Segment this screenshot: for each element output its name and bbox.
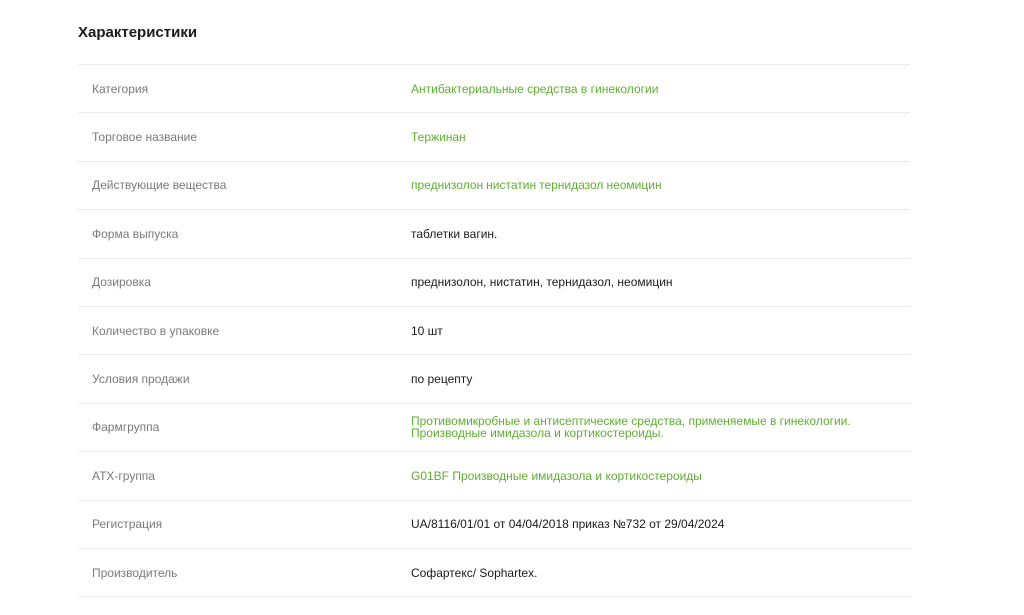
- table-row-atc-group: АТХ-группа G01BF Производные имидазола и…: [78, 452, 910, 501]
- row-label: АТХ-группа: [92, 468, 155, 483]
- table-row-package-quantity: Количество в упаковке 10 шт: [78, 307, 910, 356]
- category-link[interactable]: Антибактериальные средства в гинекологии: [411, 83, 910, 95]
- sale-conditions-value: по рецепту: [411, 372, 473, 387]
- table-row-dosage: Дозировка преднизолон, нистатин, тернида…: [78, 259, 910, 307]
- row-label: Дозировка: [92, 275, 151, 290]
- dosage-value: преднизолон, нистатин, тернидазол, неоми…: [411, 275, 673, 290]
- registration-value: UA/8116/01/01 от 04/04/2018 приказ №732 …: [411, 517, 725, 532]
- table-row-active-substances: Действующие вещества преднизолон нистатин…: [78, 162, 910, 211]
- pharm-group-link[interactable]: Противомикробные и антисептические средс…: [411, 415, 910, 439]
- row-label: Производитель: [92, 565, 178, 580]
- section-title: Характеристики: [78, 24, 198, 41]
- characteristics-table: Категория Антибактериальные средства в г…: [78, 64, 910, 598]
- release-form-value: таблетки вагин.: [411, 226, 498, 241]
- characteristics-section: Характеристики Категория Антибактериальн…: [0, 0, 1024, 615]
- substance-link-nystatin[interactable]: нистатин: [486, 178, 536, 192]
- atc-group-link[interactable]: G01BF Производные имидазола и кортикосте…: [411, 470, 910, 482]
- row-label: Торговое название: [92, 130, 198, 145]
- package-quantity-value: 10 шт: [411, 323, 443, 338]
- row-label: Действующие вещества: [92, 178, 227, 193]
- table-row-pharm-group: Фармгруппа Противомикробные и антисептич…: [78, 404, 910, 453]
- substance-link-neomycin[interactable]: неомицин: [606, 178, 661, 192]
- substance-link-prednisolone[interactable]: преднизолон: [411, 178, 483, 192]
- row-label: Регистрация: [92, 517, 163, 532]
- table-row-category: Категория Антибактериальные средства в г…: [78, 65, 910, 114]
- table-row-registration: Регистрация UA/8116/01/01 от 04/04/2018 …: [78, 501, 910, 549]
- table-row-release-form: Форма выпуска таблетки вагин.: [78, 210, 910, 259]
- table-row-sale-conditions: Условия продажи по рецепту: [78, 355, 910, 404]
- table-row-manufacturer: Производитель Софартекс/ Sophartex.: [78, 549, 910, 598]
- row-label: Условия продажи: [92, 372, 190, 387]
- row-label: Фармгруппа: [92, 420, 160, 435]
- substance-link-ternidazole[interactable]: тернидазол: [539, 178, 603, 192]
- row-label: Количество в упаковке: [92, 323, 220, 338]
- row-label: Категория: [92, 81, 149, 96]
- manufacturer-value: Софартекс/ Sophartex.: [411, 565, 538, 580]
- active-substances-list: преднизолон нистатин тернидазол неомицин: [411, 179, 910, 191]
- table-row-trade-name: Торговое название Тержинан: [78, 113, 910, 162]
- trade-name-link[interactable]: Тержинан: [411, 131, 910, 143]
- row-label: Форма выпуска: [92, 226, 179, 241]
